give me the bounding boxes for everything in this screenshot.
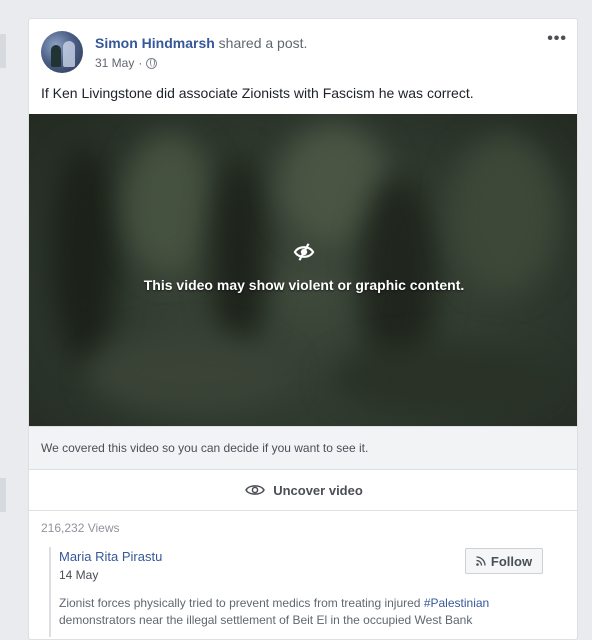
eye-icon <box>245 485 266 495</box>
post-meta: 31 May · <box>95 56 158 70</box>
graphic-content-warning: This video may show violent or graphic c… <box>143 277 465 293</box>
eye-slash-icon <box>293 243 315 261</box>
avatar[interactable] <box>41 31 83 73</box>
follow-label: Follow <box>490 553 533 569</box>
author-link[interactable]: Simon Hindmarsh <box>95 35 215 51</box>
left-edge-mark <box>0 478 6 512</box>
post-text: If Ken Livingstone did associate Zionist… <box>41 85 474 101</box>
rss-icon <box>476 556 486 566</box>
shared-post-text: Zionist forces physically tried to preve… <box>59 595 539 629</box>
post-date[interactable]: 31 May <box>95 56 134 70</box>
shared-post: Maria Rita Pirastu 14 May Follow Zionist… <box>49 547 565 637</box>
shared-date[interactable]: 14 May <box>59 568 98 582</box>
left-edge-mark <box>0 34 6 68</box>
hashtag-link[interactable]: #Palestinian <box>424 596 489 610</box>
video-warning: This video may show violent or graphic c… <box>29 242 577 293</box>
post-card: Simon Hindmarsh shared a post. 31 May · … <box>28 18 578 640</box>
uncover-video-label: Uncover video <box>273 482 363 498</box>
post-title: Simon Hindmarsh shared a post. <box>95 35 307 51</box>
globe-icon <box>146 57 158 69</box>
shared-text-start: Zionist forces physically tried to preve… <box>59 596 424 610</box>
cover-notice: We covered this video so you can decide … <box>29 426 577 469</box>
video-cover[interactable]: This video may show violent or graphic c… <box>29 114 577 426</box>
follow-button[interactable]: Follow <box>465 548 543 574</box>
shared-text-end: demonstrators near the illegal settlemen… <box>59 613 473 627</box>
post-header: Simon Hindmarsh shared a post. 31 May · … <box>41 31 567 75</box>
shared-author-link[interactable]: Maria Rita Pirastu <box>59 549 162 564</box>
more-icon[interactable]: ••• <box>547 31 567 47</box>
uncover-video-button[interactable]: Uncover video <box>29 469 577 511</box>
view-count: 216,232 Views <box>41 521 120 535</box>
shared-label: shared a post. <box>214 35 308 51</box>
meta-separator: · <box>138 56 143 70</box>
